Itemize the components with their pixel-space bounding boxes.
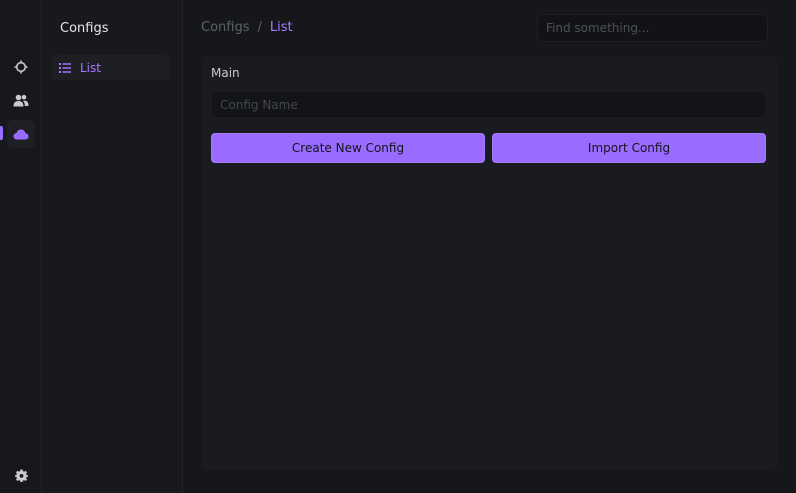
section-label: Main: [211, 66, 240, 80]
icon-rail: [0, 0, 42, 493]
sidebar-item-label: List: [80, 60, 101, 75]
active-rail-indicator: [0, 126, 3, 140]
search-input[interactable]: [537, 14, 768, 42]
users-icon[interactable]: [7, 86, 35, 114]
cloud-icon[interactable]: [7, 120, 35, 148]
gear-icon[interactable]: [7, 461, 35, 489]
breadcrumb: Configs / List: [201, 20, 293, 35]
breadcrumb-current: List: [269, 20, 293, 35]
config-name-input[interactable]: [211, 91, 766, 118]
create-config-button[interactable]: Create New Config: [211, 133, 485, 163]
list-icon: [59, 62, 71, 73]
config-panel: Main Create New Config Import Config: [201, 56, 777, 470]
main-content: Configs / List Main Create New Config Im…: [184, 0, 796, 493]
sidebar: Configs List: [43, 0, 183, 493]
breadcrumb-separator: /: [257, 20, 262, 35]
sidebar-item-list[interactable]: List: [52, 55, 170, 80]
import-config-button[interactable]: Import Config: [492, 133, 766, 163]
sidebar-title: Configs: [60, 21, 109, 36]
crosshair-icon[interactable]: [7, 53, 35, 81]
breadcrumb-root[interactable]: Configs: [201, 20, 249, 35]
